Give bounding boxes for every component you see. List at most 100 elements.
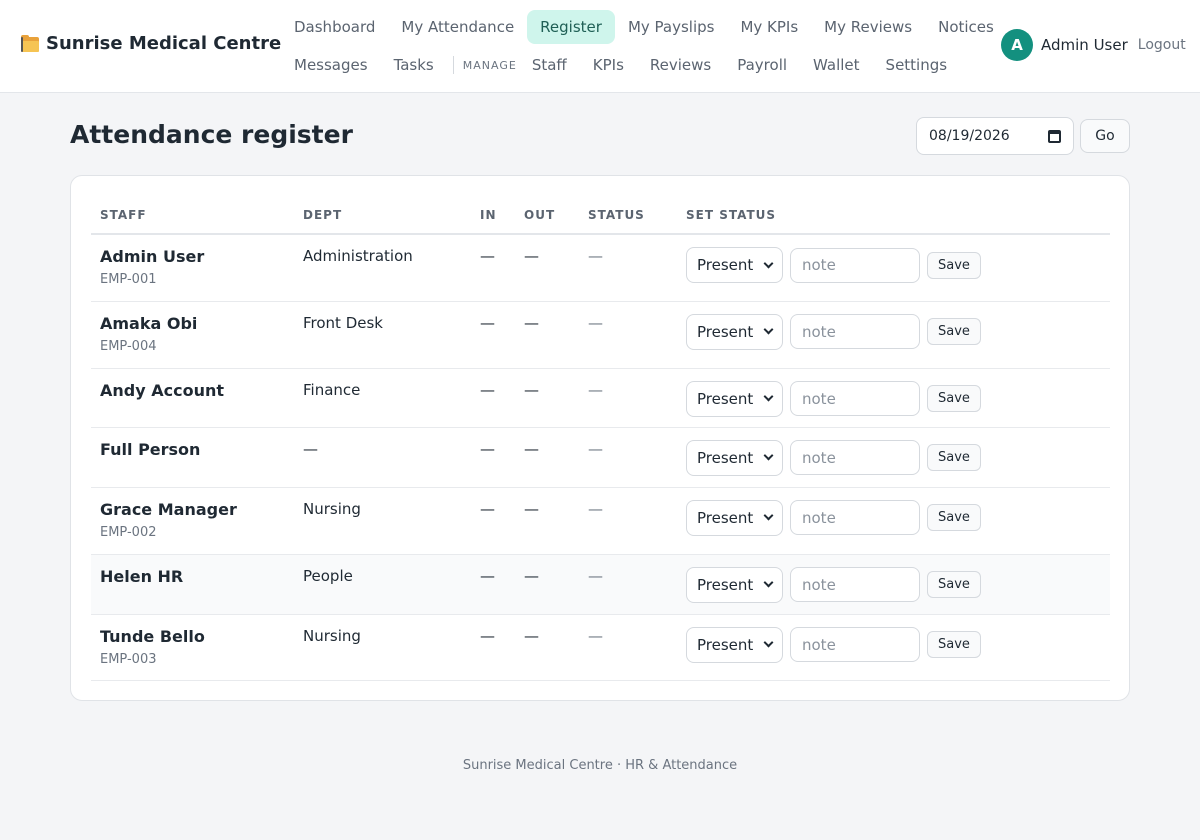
note-input[interactable] <box>790 567 920 602</box>
table-header-row: STAFF DEPT IN OUT STATUS SET STATUS <box>91 196 1110 235</box>
status-cell: — <box>579 234 677 302</box>
in-value: — <box>480 499 495 518</box>
staff-name[interactable]: Tunde Bello <box>100 627 294 646</box>
staff-name[interactable]: Andy Account <box>100 381 294 400</box>
logout-link[interactable]: Logout <box>1138 37 1186 53</box>
top-header: Sunrise Medical Centre Dashboard My Atte… <box>0 0 1200 93</box>
in-value: — <box>480 313 495 332</box>
set-status-cell: Present Save <box>677 554 1110 615</box>
brand-name: Sunrise Medical Centre <box>46 33 282 54</box>
nav-my-kpis[interactable]: My KPIs <box>727 10 811 44</box>
dept-value: Nursing <box>303 499 361 518</box>
note-input[interactable] <box>790 627 920 662</box>
dept-value: People <box>303 566 353 585</box>
nav-tasks[interactable]: Tasks <box>381 48 447 82</box>
note-input[interactable] <box>790 314 920 349</box>
nav-wallet[interactable]: Wallet <box>800 48 873 82</box>
dept-value: Front Desk <box>303 313 383 332</box>
staff-name[interactable]: Amaka Obi <box>100 314 294 333</box>
status-value: — <box>588 566 603 585</box>
in-cell: — <box>471 427 515 488</box>
dept-cell: Nursing <box>294 487 471 555</box>
chevron-down-icon <box>763 510 774 521</box>
date-picker[interactable]: 08/19/2026 <box>916 117 1074 155</box>
avatar[interactable]: A <box>1001 29 1033 61</box>
main-nav: Dashboard My Attendance Register My Pays… <box>281 10 1007 44</box>
calendar-icon[interactable] <box>1048 129 1061 143</box>
brand[interactable]: Sunrise Medical Centre <box>20 33 281 54</box>
nav-settings[interactable]: Settings <box>873 48 961 82</box>
status-select[interactable]: Present <box>686 439 783 476</box>
nav-kpis[interactable]: KPIs <box>580 48 637 82</box>
table-row: Tunde Bello EMP-003 Nursing — — — Present Save <box>91 614 1110 681</box>
nav-staff[interactable]: Staff <box>519 48 580 82</box>
status-select-value: Present <box>697 448 754 467</box>
status-select-value: Present <box>697 389 754 408</box>
in-cell: — <box>471 234 515 302</box>
status-select[interactable]: Present <box>686 626 783 663</box>
save-button[interactable]: Save <box>927 318 981 345</box>
nav-dashboard[interactable]: Dashboard <box>281 10 388 44</box>
set-status-cell: Present Save <box>677 614 1110 681</box>
nav-my-reviews[interactable]: My Reviews <box>811 10 925 44</box>
in-cell: — <box>471 368 515 428</box>
nav-my-attendance[interactable]: My Attendance <box>388 10 527 44</box>
staff-cell: Helen HR <box>91 554 294 615</box>
save-button[interactable]: Save <box>927 571 981 598</box>
status-select[interactable]: Present <box>686 380 783 417</box>
in-value: — <box>480 439 495 458</box>
nav-reviews[interactable]: Reviews <box>637 48 724 82</box>
in-cell: — <box>471 614 515 681</box>
header-dept: DEPT <box>294 196 471 235</box>
note-input[interactable] <box>790 381 920 416</box>
status-value: — <box>588 439 603 458</box>
out-value: — <box>524 499 539 518</box>
dept-cell: Front Desk <box>294 301 471 369</box>
header-out: OUT <box>515 196 579 235</box>
staff-name[interactable]: Admin User <box>100 247 294 266</box>
save-button[interactable]: Save <box>927 385 981 412</box>
staff-name[interactable]: Grace Manager <box>100 500 294 519</box>
save-button[interactable]: Save <box>927 504 981 531</box>
out-value: — <box>524 247 539 265</box>
status-cell: — <box>579 427 677 488</box>
nav-messages[interactable]: Messages <box>281 48 381 82</box>
status-select-value: Present <box>697 508 754 527</box>
staff-name[interactable]: Full Person <box>100 440 294 459</box>
chevron-down-icon <box>763 637 774 648</box>
set-status-cell: Present Save <box>677 234 1110 302</box>
nav-register[interactable]: Register <box>527 10 615 44</box>
out-cell: — <box>515 554 579 615</box>
status-select[interactable]: Present <box>686 499 783 536</box>
out-value: — <box>524 313 539 332</box>
status-select-value: Present <box>697 322 754 341</box>
attendance-table: STAFF DEPT IN OUT STATUS SET STATUS Admi… <box>91 196 1110 681</box>
user-name: Admin User <box>1041 36 1128 54</box>
go-button[interactable]: Go <box>1080 119 1130 153</box>
save-button[interactable]: Save <box>927 444 981 471</box>
nav-notices[interactable]: Notices <box>925 10 1007 44</box>
out-cell: — <box>515 487 579 555</box>
out-value: — <box>524 566 539 585</box>
status-select[interactable]: Present <box>686 247 783 283</box>
folder-icon <box>20 34 40 53</box>
save-button[interactable]: Save <box>927 251 981 279</box>
status-select[interactable]: Present <box>686 566 783 603</box>
set-status-controls: Present Save <box>686 247 1110 283</box>
chevron-down-icon <box>763 324 774 335</box>
save-button[interactable]: Save <box>927 631 981 658</box>
header-status: STATUS <box>579 196 677 235</box>
in-cell: — <box>471 487 515 555</box>
note-input[interactable] <box>790 247 920 283</box>
set-status-cell: Present Save <box>677 301 1110 369</box>
in-cell: — <box>471 554 515 615</box>
status-select-value: Present <box>697 575 754 594</box>
note-input[interactable] <box>790 500 920 535</box>
nav-my-payslips[interactable]: My Payslips <box>615 10 728 44</box>
status-select[interactable]: Present <box>686 313 783 350</box>
set-status-controls: Present Save <box>686 313 1110 350</box>
chevron-down-icon <box>763 391 774 402</box>
staff-name[interactable]: Helen HR <box>100 567 294 586</box>
note-input[interactable] <box>790 440 920 475</box>
nav-payroll[interactable]: Payroll <box>724 48 800 82</box>
